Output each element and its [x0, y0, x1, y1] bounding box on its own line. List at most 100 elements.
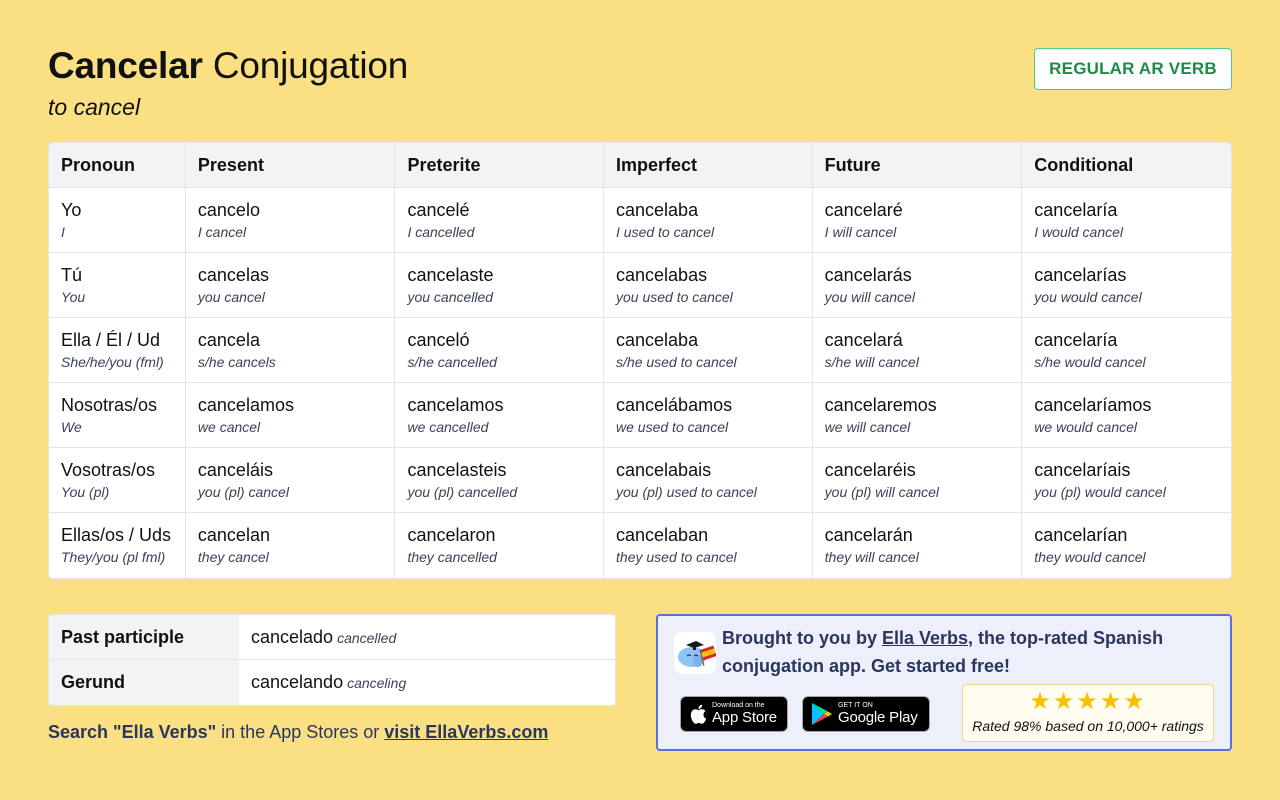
conjugated-form: cancelasteis — [407, 460, 507, 480]
pronoun-translation: We — [61, 419, 82, 435]
conjugation-translation: you cancelled — [407, 289, 494, 305]
conjugation-cell: cancelasteis you (pl) cancelled — [394, 448, 604, 513]
title-suffix: Conjugation — [212, 45, 409, 86]
conjugation-cell: cancelará s/he will cancel — [811, 318, 1022, 383]
conjugated-form: cancelaba — [616, 200, 699, 220]
pronoun-translation: You — [61, 289, 86, 305]
conjugated-form: cancelarías — [1034, 265, 1127, 285]
pronoun-translation: They/you (pl fml) — [61, 549, 166, 565]
verb-translation: to cancel — [48, 94, 141, 120]
pronoun-cell: Yo I — [49, 188, 185, 253]
google-play-button[interactable]: GET IT ON Google Play — [802, 696, 930, 732]
table-row: Tú You cancelas you cancel cancelaste you can… — [49, 253, 1231, 318]
header-pronoun: Pronoun — [49, 143, 185, 188]
conjugated-form: cancelarás — [824, 265, 912, 285]
pronoun-cell: Nosotras/os We — [49, 383, 185, 448]
conjugation-cell: cancelarías you would cancel — [1021, 253, 1231, 318]
conjugation-cell: cancela s/he cancels — [184, 318, 395, 383]
table-row: Ella / Él / Ud She/he/you (fml) cancela s/h… — [49, 318, 1231, 383]
search-hint-text: in the App Stores or — [216, 722, 385, 742]
table-row: Nosotras/os We cancelamos we cancel cancelam… — [49, 383, 1231, 448]
conjugated-form: cancelé — [407, 200, 470, 220]
pronoun-translation: She/he/you (fml) — [61, 354, 164, 370]
conjugated-form: cancelo — [197, 200, 260, 220]
header-preterite: Preterite — [394, 143, 604, 188]
conjugation-translation: we will cancel — [824, 419, 911, 435]
conjugation-translation: you (pl) cancelled — [407, 484, 518, 500]
apple-icon — [689, 704, 707, 724]
past-participle-translation: cancelled — [337, 629, 397, 646]
conjugation-translation: they cancel — [197, 549, 269, 565]
pronoun-cell: Ella / Él / Ud She/he/you (fml) — [49, 318, 185, 383]
conjugation-table: Pronoun Present Preterite Imperfect Futu… — [48, 142, 1232, 579]
pronoun-cell: Tú You — [49, 253, 185, 318]
conjugated-form: cancelamos — [197, 395, 294, 415]
app-store-button[interactable]: Download on the App Store — [680, 696, 788, 732]
participle-table: Past participle cancelado cancelled Gerun… — [48, 614, 616, 706]
conjugation-cell: cancelo I cancel — [184, 188, 395, 253]
past-participle-row: Past participle cancelado cancelled — [49, 615, 615, 660]
conjugated-form: cancelaba — [616, 330, 699, 350]
conjugated-form: cancelaste — [407, 265, 494, 285]
conjugation-cell: cancelaste you cancelled — [394, 253, 604, 318]
conjugation-cell: cancelaríamos we would cancel — [1021, 383, 1231, 448]
conjugated-form: cancelabais — [616, 460, 712, 480]
page-title: Cancelar Conjugation — [48, 44, 408, 88]
conjugation-translation: I cancelled — [407, 224, 475, 240]
conjugated-form: cancelaremos — [824, 395, 937, 415]
conjugation-translation: I will cancel — [824, 224, 897, 240]
conjugation-translation: you will cancel — [824, 289, 915, 305]
table-row: Yo I cancelo I cancel cancelé I cancelled canc… — [49, 188, 1231, 253]
conjugated-form: cancelábamos — [616, 395, 733, 415]
conjugation-translation: I would cancel — [1034, 224, 1124, 240]
pronoun-cell: Vosotras/os You (pl) — [49, 448, 185, 513]
pronoun: Nosotras/os — [61, 395, 158, 415]
conjugation-translation: you would cancel — [1034, 289, 1142, 305]
conjugated-form: cancelaría — [1034, 330, 1118, 350]
conjugation-cell: cancelamos we cancelled — [394, 383, 604, 448]
conjugation-translation: you (pl) would cancel — [1034, 484, 1166, 500]
visit-ellaverbs-link[interactable]: visit EllaVerbs.com — [384, 722, 548, 742]
conjugation-translation: they will cancel — [824, 549, 919, 565]
conjugation-translation: you used to cancel — [616, 289, 733, 305]
conjugated-form: cancelamos — [407, 395, 504, 415]
verb-type-badge[interactable]: REGULAR AR VERB — [1034, 48, 1232, 90]
header-imperfect: Imperfect — [603, 143, 812, 188]
conjugation-cell: cancelabas you used to cancel — [603, 253, 812, 318]
conjugation-cell: cancelas you cancel — [184, 253, 395, 318]
pronoun: Ella / Él / Ud — [61, 330, 161, 350]
past-participle-label: Past participle — [49, 615, 239, 660]
ella-verbs-logo-icon — [674, 632, 716, 674]
conjugation-translation: we used to cancel — [616, 419, 729, 435]
rating-box: ★★★★★ Rated 98% based on 10,000+ ratings — [962, 684, 1214, 742]
conjugation-cell: cancelábamos we used to cancel — [603, 383, 812, 448]
conjugation-cell: cancelarían they would cancel — [1021, 513, 1231, 578]
conjugated-form: canceláis — [197, 460, 273, 480]
conjugation-translation: I cancel — [197, 224, 247, 240]
gerund-row: Gerund cancelando canceling — [49, 660, 615, 705]
conjugation-cell: cancelarás you will cancel — [811, 253, 1022, 318]
ella-verbs-link[interactable]: Ella Verbs — [882, 628, 968, 648]
conjugated-form: cancelarán — [824, 525, 913, 545]
conjugation-cell: canceló s/he cancelled — [394, 318, 604, 383]
header-future: Future — [811, 143, 1022, 188]
conjugation-translation: s/he would cancel — [1034, 354, 1146, 370]
conjugation-translation: you cancel — [197, 289, 265, 305]
conjugation-cell: cancelamos we cancel — [184, 383, 395, 448]
pronoun-translation: I — [61, 224, 65, 240]
table-row: Vosotras/os You (pl) canceláis you (pl) can… — [49, 448, 1231, 513]
header-conditional: Conditional — [1021, 143, 1231, 188]
conjugation-cell: cancelan they cancel — [184, 513, 395, 578]
app-store-big-text: App Store — [712, 709, 777, 726]
conjugation-cell: cancelaremos we will cancel — [811, 383, 1022, 448]
conjugated-form: cancelas — [197, 265, 269, 285]
app-search-hint: Search "Ella Verbs" in the App Stores or… — [48, 722, 548, 743]
conjugated-form: cancelaría — [1034, 200, 1118, 220]
pronoun: Tú — [61, 265, 83, 285]
conjugated-form: cancelan — [197, 525, 270, 545]
conjugated-form: cancelaban — [616, 525, 709, 545]
pronoun-translation: You (pl) — [61, 484, 110, 500]
conjugation-translation: we cancelled — [407, 419, 489, 435]
conjugated-form: cancelaron — [407, 525, 496, 545]
table-header-row: Pronoun Present Preterite Imperfect Futu… — [49, 143, 1231, 188]
